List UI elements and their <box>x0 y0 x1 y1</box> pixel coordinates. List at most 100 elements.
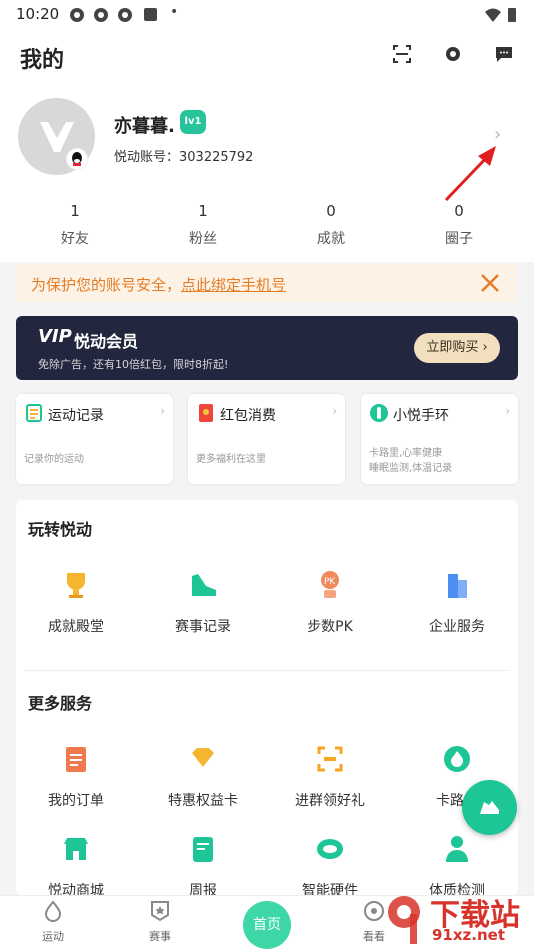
card-desc: 卡路里,心率健康 睡眠监测,体温记录 <box>369 448 453 474</box>
floating-sport-button[interactable] <box>462 780 517 835</box>
shoe-icon <box>192 574 216 596</box>
watermark-logo-icon <box>388 896 420 944</box>
vip-title: 悦动会员 <box>74 332 139 351</box>
scan-group-icon <box>317 746 343 772</box>
band-icon <box>317 839 343 859</box>
notice-prefix: 为保护您的账号安全， <box>31 276 182 294</box>
card-exercise-record[interactable]: 运动记录 › 记录你的运动 <box>16 394 173 484</box>
chevron-right-icon: › <box>505 404 510 418</box>
battery-icon <box>508 8 516 22</box>
stat-value: 0 <box>454 202 464 220</box>
shop-icon <box>64 838 88 860</box>
chevron-right-icon: › <box>332 404 337 418</box>
grid-label: 我的订单 <box>48 793 104 809</box>
stat-label: 成就 <box>317 231 345 247</box>
watermark-url: 91xz.net <box>432 926 506 944</box>
services-panel: 玩转悦动 成就殿堂 赛事记录 PK 步数PK 企业服务 更多服务 我的订单 特惠… <box>16 500 518 899</box>
card-smart-band[interactable]: 小悦手环 › 卡路里,心率健康 睡眠监测,体温记录 <box>361 394 518 484</box>
order-icon <box>66 747 86 772</box>
stat-circles[interactable]: 0 圈子 <box>414 202 504 248</box>
grid-item-enterprise[interactable]: 企业服务 <box>407 568 507 636</box>
bind-phone-notice: 为保护您的账号安全，点此绑定手机号 <box>16 264 516 302</box>
app-notification-icon <box>144 8 157 21</box>
doctor-icon <box>446 836 468 862</box>
close-icon[interactable] <box>480 273 500 293</box>
card-title: 红包消费 <box>220 408 276 424</box>
sport-drop-icon <box>44 900 62 922</box>
stat-label: 好友 <box>61 231 89 247</box>
stat-value: 1 <box>198 202 208 220</box>
vip-banner[interactable]: VIP 悦动会员 免除广告，还有10倍红包，限时8折起! 立即购买 › <box>16 316 518 380</box>
page-title: 我的 <box>20 48 65 73</box>
grid-label: 特惠权益卡 <box>168 793 238 809</box>
section-divider <box>24 670 510 671</box>
notice-text: 为保护您的账号安全，点此绑定手机号 <box>31 274 286 295</box>
trophy-icon <box>67 573 85 598</box>
grid-item-achievement-hall[interactable]: 成就殿堂 <box>26 568 126 636</box>
record-list-icon <box>26 404 42 422</box>
vip-logo: VIP <box>38 326 72 347</box>
running-shoe-icon <box>480 801 499 814</box>
card-title: 小悦手环 <box>393 408 449 424</box>
grid-item-shop[interactable]: 悦动商城 <box>26 832 126 900</box>
status-bar: 10:20 • <box>0 0 534 30</box>
grid-item-race-record[interactable]: 赛事记录 <box>153 568 253 636</box>
site-watermark: 下载站 91xz.net <box>380 890 534 950</box>
stat-value: 0 <box>326 202 336 220</box>
level-badge: lv1 <box>180 110 206 134</box>
chevron-right-icon: › <box>160 404 165 418</box>
section-title-fun: 玩转悦动 <box>28 520 93 539</box>
stat-achievements[interactable]: 0 成就 <box>286 202 376 248</box>
tab-sport[interactable]: 运动 <box>13 900 93 944</box>
notification-icon <box>94 8 108 22</box>
red-arrow-annotation <box>444 146 496 202</box>
building-icon <box>448 574 467 598</box>
more-dot-icon: • <box>170 4 179 20</box>
vip-subtitle: 免除广告，还有10倍红包，限时8折起! <box>38 358 229 371</box>
tab-label: 赛事 <box>149 930 171 943</box>
scan-icon[interactable] <box>392 44 412 64</box>
notification-icon <box>118 8 132 22</box>
stat-label: 粉丝 <box>189 231 217 247</box>
grid-label: 步数PK <box>307 619 353 635</box>
red-packet-icon <box>199 404 213 422</box>
report-icon <box>193 837 213 862</box>
diamond-icon <box>192 748 214 767</box>
flame-icon <box>444 746 470 772</box>
status-time: 10:20 <box>16 5 60 23</box>
card-title: 运动记录 <box>48 408 104 424</box>
wifi-icon <box>485 8 501 22</box>
bind-phone-link[interactable]: 点此绑定手机号 <box>181 276 286 294</box>
buy-now-button[interactable]: 立即购买 › <box>414 333 500 363</box>
band-icon <box>370 404 388 422</box>
stat-value: 1 <box>70 202 80 220</box>
tab-events[interactable]: 赛事 <box>120 900 200 944</box>
grid-label: 赛事记录 <box>175 619 231 635</box>
events-badge-icon <box>151 901 169 922</box>
stat-friends[interactable]: 1 好友 <box>30 202 120 248</box>
profile-card[interactable]: 亦暮暮. lv1 悦动账号：303225792 › 1 好友 1 粉丝 0 成就… <box>0 80 534 262</box>
grid-item-smart-hardware[interactable]: 智能硬件 <box>280 832 380 900</box>
stat-fans[interactable]: 1 粉丝 <box>158 202 248 248</box>
grid-label: 成就殿堂 <box>48 619 104 635</box>
settings-gear-icon[interactable] <box>443 44 463 64</box>
card-red-packet[interactable]: 红包消费 › 更多福利在这里 <box>188 394 345 484</box>
grid-label: 进群领好礼 <box>295 793 365 809</box>
tab-home[interactable]: 首页 <box>243 901 291 949</box>
grid-item-join-group[interactable]: 进群领好礼 <box>280 742 380 810</box>
grid-item-my-orders[interactable]: 我的订单 <box>26 742 126 810</box>
username: 亦暮暮. <box>114 116 175 137</box>
message-icon[interactable] <box>494 44 514 64</box>
tab-label: 运动 <box>42 930 64 943</box>
stat-label: 圈子 <box>445 231 473 247</box>
card-desc: 更多福利在这里 <box>196 454 266 465</box>
grid-item-weekly-report[interactable]: 周报 <box>153 832 253 900</box>
grid-label: 企业服务 <box>429 619 485 635</box>
grid-item-step-pk[interactable]: PK 步数PK <box>280 568 380 636</box>
card-desc: 记录你的运动 <box>24 454 84 465</box>
section-title-more: 更多服务 <box>28 694 93 713</box>
qq-icon <box>66 148 88 170</box>
grid-item-discount-card[interactable]: 特惠权益卡 <box>153 742 253 810</box>
account-id: 悦动账号：303225792 <box>114 150 254 165</box>
header: 我的 <box>0 30 534 80</box>
